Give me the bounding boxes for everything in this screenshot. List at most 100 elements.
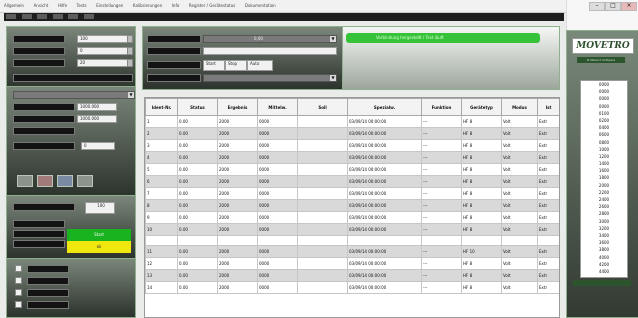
chevron-down-icon[interactable]: ▼	[330, 75, 336, 81]
table-row[interactable]: 9 0.00 2000 0000 03/09/14 00:00:00 --- HF 8 Vol…	[145, 211, 559, 224]
table-row[interactable]: 10 0.00 2000 0000 03/09/14 00:00:00 --- HF 8 Vo…	[145, 223, 559, 236]
table-row[interactable]: 7 0.00 2000 0000 03/09/14 00:00:00 --- HF 8 Vol…	[145, 187, 559, 200]
column-header[interactable]: Ident-Nr.	[145, 98, 178, 116]
table-row[interactable]	[145, 235, 559, 246]
list-item[interactable]: 1200	[581, 153, 627, 160]
maximize-button[interactable]: □	[605, 2, 621, 11]
text-field[interactable]	[203, 47, 337, 55]
table-row[interactable]: 11 0.00 2000 0000 03/09/14 00:00:00 --- HF 10 V…	[145, 245, 559, 258]
column-header[interactable]: Gerätetyp	[461, 98, 502, 116]
table-row[interactable]: 3 0.00 2000 0000 03/09/14 00:00:00 --- HF 8 Vol…	[145, 139, 559, 152]
list-item[interactable]: 2200	[581, 189, 627, 196]
list-item[interactable]: 0400	[581, 124, 627, 131]
spinner-icon[interactable]	[127, 35, 133, 43]
list-item[interactable]: 4200	[581, 261, 627, 268]
toolbar-button[interactable]	[37, 14, 48, 19]
spinner-icon[interactable]	[127, 59, 133, 67]
menu-item[interactable]: Einstellungen	[96, 3, 123, 8]
list-item[interactable]: 3800	[581, 246, 627, 253]
column-header[interactable]: Spezialw.	[347, 98, 422, 116]
list-item[interactable]: 0000	[581, 88, 627, 95]
ok-button[interactable]: ok	[67, 241, 131, 253]
list-item[interactable]: 2800	[581, 210, 627, 217]
list-item[interactable]: 3600	[581, 239, 627, 246]
toolbar-button[interactable]	[52, 14, 63, 19]
list-item[interactable]: 1600	[581, 167, 627, 174]
column-header[interactable]: Ist	[537, 98, 559, 116]
column-header[interactable]: Ergebnis	[217, 98, 258, 116]
tool-button[interactable]	[57, 175, 73, 187]
spinner-icon[interactable]	[127, 47, 133, 55]
toolbar-button[interactable]	[68, 14, 79, 19]
auto-btn[interactable]: Auto	[247, 60, 273, 71]
column-header[interactable]: Soll	[297, 98, 348, 116]
param-field-2[interactable]: 0	[77, 47, 131, 55]
table-row[interactable]: 13 0.00 2000 0000 03/09/14 00:00:00 --- HF 8 Vo…	[145, 269, 559, 282]
list-item[interactable]: 0200	[581, 117, 627, 124]
value-list[interactable]: 0000 0000 0000 0000 0100 0200 0400 0600 0800 1000…	[580, 80, 628, 278]
list-item[interactable]: 0600	[581, 131, 627, 138]
list-item[interactable]: 0000	[581, 103, 627, 110]
checkbox[interactable]	[15, 289, 22, 296]
column-header[interactable]: Modus	[501, 98, 538, 116]
column-header[interactable]: Status	[177, 98, 218, 116]
list-item[interactable]: 3400	[581, 232, 627, 239]
column-header[interactable]: Funktion	[421, 98, 462, 116]
menu-item[interactable]: Kalibrierungen	[133, 3, 162, 8]
mode-combo[interactable]: ▼	[13, 91, 135, 99]
close-button[interactable]: ×	[621, 2, 637, 11]
checkbox[interactable]	[15, 301, 22, 308]
list-item[interactable]: 1800	[581, 174, 627, 181]
checkbox[interactable]	[15, 277, 22, 284]
start-button[interactable]: Start	[67, 229, 131, 241]
option-combo[interactable]: ▼	[203, 74, 337, 82]
list-item[interactable]: 2400	[581, 196, 627, 203]
menu-item[interactable]: Tests	[77, 3, 87, 8]
list-item[interactable]: 0000	[581, 81, 627, 88]
table-row[interactable]: 8 0.00 2000 0000 03/09/14 00:00:00 --- HF 8 Vol…	[145, 199, 559, 212]
list-item[interactable]: 3200	[581, 225, 627, 232]
list-item[interactable]: 3000	[581, 218, 627, 225]
menu-item[interactable]: Allgemein	[4, 3, 24, 8]
list-item[interactable]: 1000	[581, 146, 627, 153]
stop-btn[interactable]: Stop	[225, 60, 247, 71]
list-item[interactable]: 2000	[581, 182, 627, 189]
table-row[interactable]: 2 0.00 2000 0000 03/09/14 00:00:00 --- HF 8 Vol…	[145, 127, 559, 140]
table-row[interactable]: 5 0.00 2000 0000 03/09/14 00:00:00 --- HF 8 Vol…	[145, 163, 559, 176]
value-field-3[interactable]: 0	[81, 142, 115, 150]
table-row[interactable]: 4 0.00 2000 0000 03/09/14 00:00:00 --- HF 8 Vol…	[145, 151, 559, 164]
menu-item[interactable]: Ansicht	[34, 3, 49, 8]
menu-item[interactable]: Dokumentation	[245, 3, 276, 8]
list-item[interactable]: 1400	[581, 160, 627, 167]
range-combo[interactable]: 0,00 ▼	[203, 35, 337, 43]
menu-item[interactable]: Hilfe	[58, 3, 67, 8]
table-row[interactable]: 12 0.00 2000 0000 03/09/14 00:00:00 --- HF 8 Vo…	[145, 257, 559, 270]
toolbar-button[interactable]	[83, 14, 94, 19]
menu-item[interactable]: Register / Gerätestatus	[189, 3, 235, 8]
table-row[interactable]: 6 0.00 2000 0000 03/09/14 00:00:00 --- HF 8 Vol…	[145, 175, 559, 188]
toolbar-button[interactable]	[21, 14, 32, 19]
column-header[interactable]: Mittelw.	[257, 98, 298, 116]
value-field-1[interactable]: 1000.000	[77, 103, 117, 111]
param-field-1[interactable]: 100	[77, 35, 131, 43]
table-row[interactable]: 1 0.00 2000 0000 03/09/14 00:00:00 --- HF 8 Vol…	[145, 115, 559, 128]
menu-item[interactable]: Info	[172, 3, 180, 8]
param-field-3[interactable]: 20	[77, 59, 131, 67]
list-item[interactable]: 4000	[581, 254, 627, 261]
chevron-down-icon[interactable]: ▼	[128, 92, 134, 98]
tool-button[interactable]	[77, 175, 93, 187]
value-field-2[interactable]: 1000.000	[77, 115, 117, 123]
minimize-button[interactable]: –	[589, 2, 605, 11]
tool-button[interactable]	[37, 175, 53, 187]
start-btn[interactable]: Start	[203, 60, 225, 71]
table-row[interactable]: 14 0.00 2000 0000 03/09/14 00:00:00 --- HF 8 Vo…	[145, 281, 559, 294]
list-item[interactable]: 4400	[581, 268, 627, 275]
list-item[interactable]: 2600	[581, 203, 627, 210]
list-item[interactable]: 0800	[581, 139, 627, 146]
toolbar-button[interactable]	[6, 14, 16, 19]
checkbox[interactable]	[15, 265, 22, 272]
list-item[interactable]: 0000	[581, 95, 627, 102]
tool-button[interactable]	[17, 175, 33, 187]
value-field[interactable]: 100	[85, 202, 115, 214]
list-item[interactable]: 0100	[581, 110, 627, 117]
